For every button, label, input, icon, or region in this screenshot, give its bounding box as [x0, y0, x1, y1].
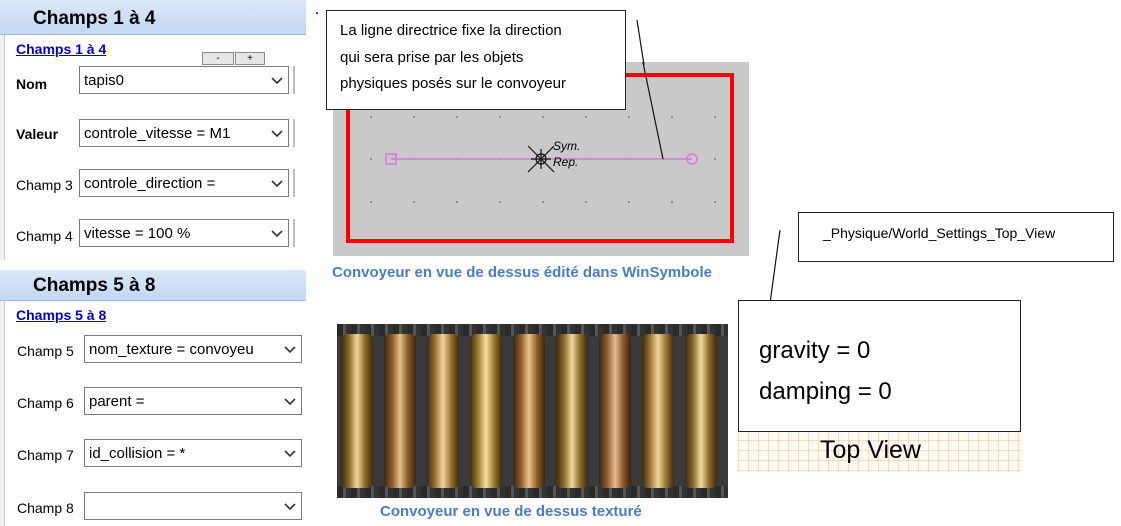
chevron-down-icon [284, 346, 296, 354]
field-label-valeur: Valeur [16, 126, 59, 142]
roller [341, 334, 373, 488]
field-value-champ6: parent = [89, 393, 145, 410]
field-value-champ3: controle_direction = [84, 175, 216, 192]
field-label-champ5: Champ 5 [17, 343, 74, 359]
scroll-edge [293, 219, 295, 247]
world-settings-title: Top View [820, 436, 921, 464]
roller [685, 334, 717, 488]
chevron-down-icon [284, 503, 296, 511]
field-value-valeur: controle_vitesse = M1 [84, 125, 231, 142]
panel-1-body: Champs 1 à 4 - + Nom tapis0 Valeur contr… [4, 35, 306, 260]
panel-1-header: Champs 1 à 4 [0, 0, 306, 35]
scroll-edge [293, 119, 295, 147]
textured-caption: Convoyeur en vue de dessus texturé [380, 503, 642, 520]
callout-pointer-line [642, 62, 664, 160]
roller [556, 334, 588, 488]
field-label-champ3: Champ 3 [16, 177, 73, 193]
world-settings-panel: gravity = 0 damping = 0 Top View [738, 300, 1021, 472]
field-label-champ6: Champ 6 [17, 395, 74, 411]
field-value-champ7: id_collision = * [89, 445, 186, 462]
panel-2-title: Champs 5 à 8 [33, 275, 156, 296]
collapse-button[interactable]: - [202, 52, 234, 65]
field-combo-champ5[interactable]: nom_texture = convoyeu [84, 335, 302, 363]
world-settings-path: _Physique/World_Settings_Top_View [823, 225, 1056, 241]
field-label-champ7: Champ 7 [17, 447, 74, 463]
editor-caption: Convoyeur en vue de dessus édité dans Wi… [332, 264, 712, 281]
roller [427, 334, 459, 488]
field-combo-champ6[interactable]: parent = [84, 387, 302, 415]
panel-1-title: Champs 1 à 4 [33, 8, 156, 29]
roller [384, 334, 416, 488]
chevron-down-icon [284, 450, 296, 458]
chevron-down-icon [284, 398, 296, 406]
field-combo-valeur[interactable]: controle_vitesse = M1 [79, 119, 289, 147]
fields-panel-1: Champs 1 à 4 Champs 1 à 4 - + Nom tapis0… [0, 0, 306, 260]
field-combo-nom[interactable]: tapis0 [79, 66, 289, 94]
world-settings-callout: _Physique/World_Settings_Top_View [798, 212, 1114, 262]
stray-dot [316, 12, 318, 14]
scroll-edge [293, 169, 295, 197]
roller [513, 334, 545, 488]
roller [599, 334, 631, 488]
gravity-value: gravity = 0 [759, 337, 871, 364]
scroll-edge [293, 66, 295, 94]
roller [642, 334, 674, 488]
chevron-down-icon [271, 130, 283, 138]
field-value-champ4: vitesse = 100 % [84, 225, 191, 242]
field-label-champ8: Champ 8 [17, 500, 74, 516]
fields-panel-2: Champs 5 à 8 Champs 5 à 8 Champ 5 nom_te… [0, 270, 306, 526]
roller [470, 334, 502, 488]
panel-2-link[interactable]: Champs 5 à 8 [16, 307, 106, 323]
field-combo-champ3[interactable]: controle_direction = [79, 169, 289, 197]
direction-callout-line3: physiques posés sur le convoyeur [340, 75, 566, 92]
direction-callout-line2: qui sera prise par les objets [340, 49, 524, 66]
textured-conveyor [337, 324, 728, 498]
field-combo-champ8[interactable] [84, 492, 302, 520]
field-combo-champ4[interactable]: vitesse = 100 % [79, 219, 289, 247]
expand-button[interactable]: + [235, 52, 265, 65]
callout-pointer-top [636, 20, 645, 65]
symbol-origin-icon [527, 145, 555, 173]
panel-2-body: Champs 5 à 8 Champ 5 nom_texture = convo… [4, 301, 306, 526]
direction-callout-line1: La ligne directrice fixe la direction [340, 22, 562, 39]
field-label-champ4: Champ 4 [16, 228, 73, 244]
field-value-champ5: nom_texture = convoyeu [89, 341, 254, 358]
reference-label: Rep. [553, 155, 579, 169]
chevron-down-icon [271, 77, 283, 85]
field-label-nom: Nom [16, 76, 48, 92]
damping-value: damping = 0 [759, 378, 892, 405]
field-value-nom: tapis0 [84, 72, 125, 89]
field-combo-champ7[interactable]: id_collision = * [84, 439, 302, 467]
chevron-down-icon [271, 230, 283, 238]
symbol-label: Sym. [553, 139, 581, 153]
chevron-down-icon [271, 180, 283, 188]
world-settings-box: gravity = 0 damping = 0 [738, 300, 1021, 432]
panel-2-header: Champs 5 à 8 [0, 270, 306, 301]
panel-1-link[interactable]: Champs 1 à 4 [16, 41, 106, 57]
direction-callout: La ligne directrice fixe la direction qu… [326, 10, 626, 110]
